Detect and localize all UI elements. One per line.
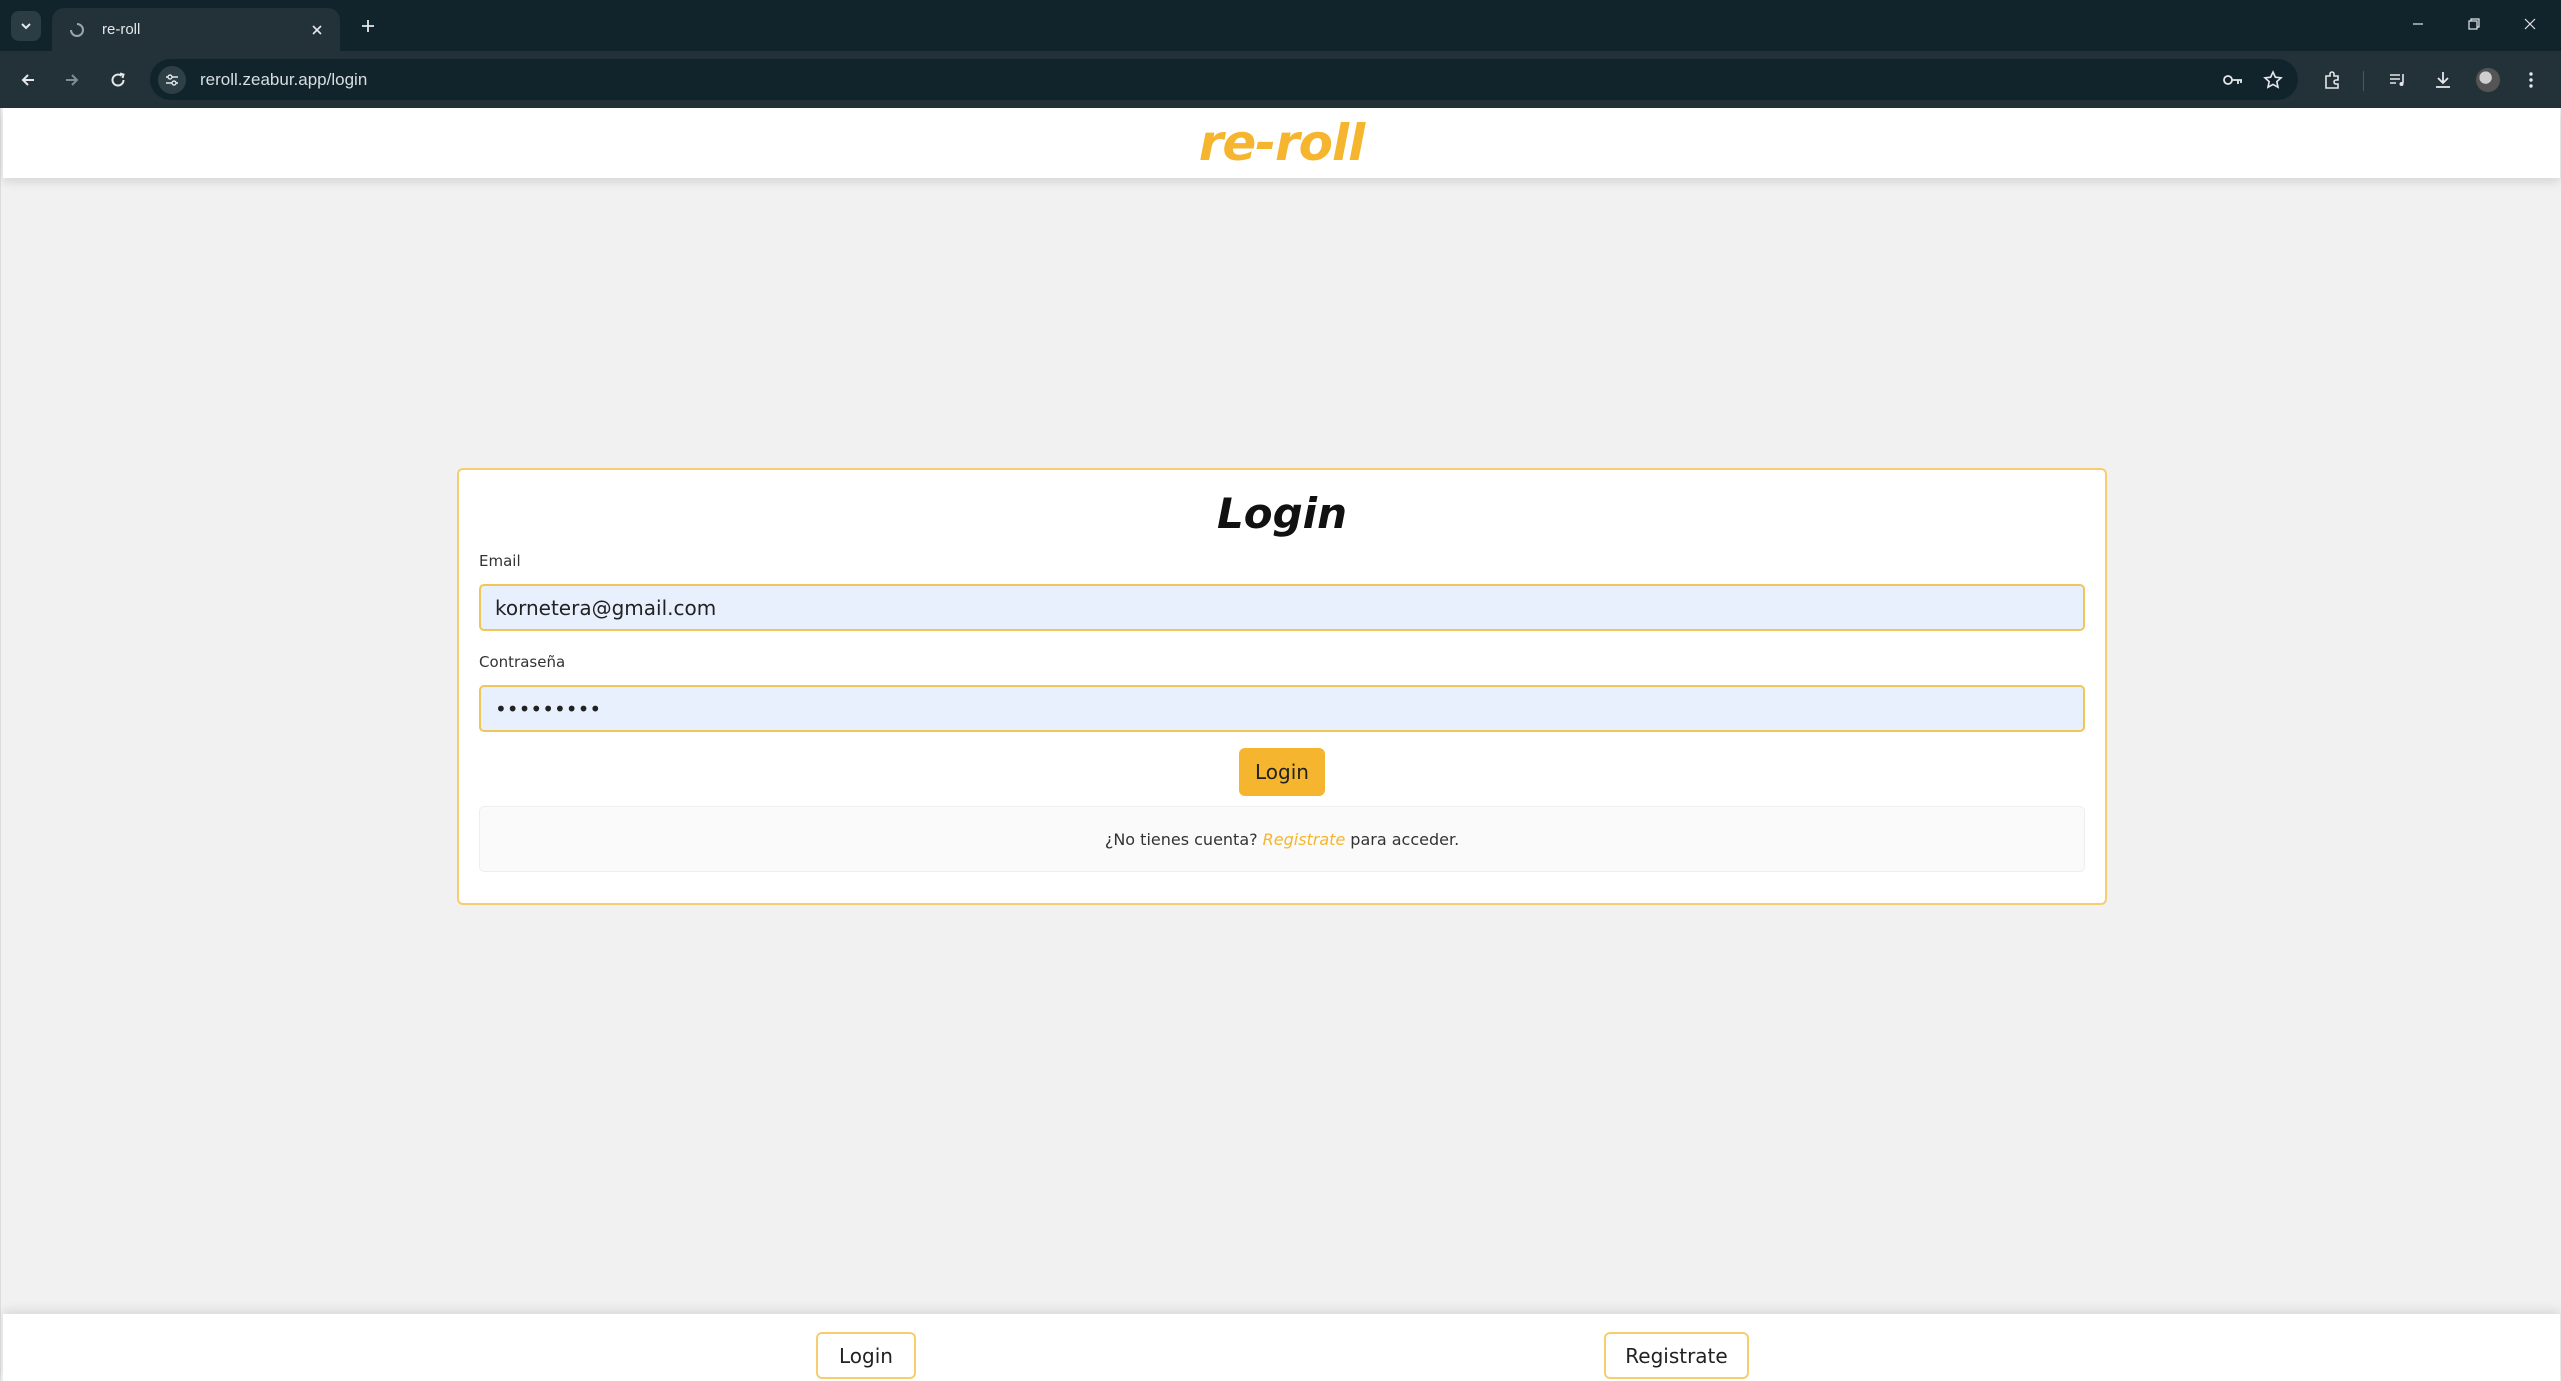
browser-menu-button[interactable] [2515, 64, 2547, 96]
browser-toolbar: reroll.zeabur.app/login [0, 51, 2561, 108]
toolbar-separator [2363, 71, 2364, 91]
bottom-nav-login-button[interactable]: Login [816, 1332, 916, 1379]
tab-search-button[interactable] [11, 11, 41, 41]
browser-tab-strip: re-roll [0, 0, 2561, 51]
extensions-button[interactable] [2316, 64, 2348, 96]
back-button[interactable] [13, 65, 43, 95]
more-vertical-icon [2529, 72, 2533, 88]
loading-icon [68, 21, 86, 39]
address-bar[interactable]: reroll.zeabur.app/login [150, 59, 2298, 100]
profile-button[interactable] [2472, 64, 2504, 96]
bookmark-star-icon[interactable] [2258, 65, 2288, 95]
reload-icon [111, 72, 125, 87]
register-prompt-prefix: ¿No tienes cuenta? [1104, 829, 1258, 849]
email-label: Email [479, 552, 521, 570]
login-title: Login [1217, 489, 1347, 538]
email-field[interactable] [479, 584, 2085, 631]
forward-button[interactable] [57, 65, 87, 95]
app-header: re-roll [3, 108, 2560, 178]
arrow-right-icon [66, 74, 79, 86]
plus-icon [362, 20, 374, 32]
bottom-nav: Login Registrate [3, 1314, 2560, 1381]
tab-title: re-roll [102, 21, 141, 38]
minimize-button[interactable] [2395, 8, 2441, 40]
login-submit-button[interactable]: Login [1239, 748, 1325, 796]
minimize-icon [2413, 23, 2423, 25]
close-window-button[interactable] [2507, 8, 2553, 40]
media-control-button[interactable] [2382, 64, 2414, 96]
downloads-button[interactable] [2427, 64, 2459, 96]
new-tab-button[interactable] [354, 12, 382, 40]
app-logo[interactable]: re-roll [1199, 114, 1366, 172]
password-label: Contraseña [479, 653, 566, 671]
site-info-icon[interactable] [158, 65, 186, 94]
page-viewport: re-roll Login Email Contraseña Login ¿No… [0, 108, 2561, 1381]
register-link[interactable]: Registrate [1263, 830, 1346, 849]
bottom-nav-register-button[interactable]: Registrate [1604, 1332, 1749, 1379]
login-card: Login Email Contraseña Login ¿No tienes … [457, 468, 2107, 905]
register-prompt-suffix: para acceder. [1350, 829, 1460, 849]
avatar [2476, 68, 2500, 92]
register-prompt: ¿No tienes cuenta? Registrate para acced… [479, 806, 2085, 872]
arrow-left-icon [21, 74, 34, 86]
media-queue-icon [2390, 74, 2404, 86]
reload-button[interactable] [103, 65, 133, 95]
browser-tab[interactable]: re-roll [52, 8, 340, 51]
restore-icon [2468, 18, 2480, 30]
password-field[interactable] [479, 685, 2085, 732]
chevron-down-icon [21, 23, 31, 30]
close-tab-icon[interactable] [306, 19, 328, 41]
submit-wrapper: Login [479, 748, 2085, 796]
close-icon [2524, 18, 2536, 30]
restore-button[interactable] [2451, 8, 2497, 40]
download-icon [2436, 72, 2450, 88]
url-text: reroll.zeabur.app/login [200, 69, 368, 89]
puzzle-icon [2325, 71, 2339, 89]
password-key-icon[interactable] [2218, 65, 2248, 95]
